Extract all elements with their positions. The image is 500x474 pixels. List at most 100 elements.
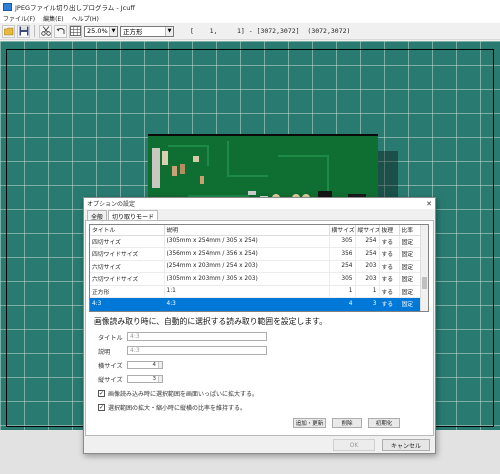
cell-ratio: 固定 [399, 297, 423, 311]
table-scrollbar[interactable] [420, 225, 428, 311]
crop-preset-table: タイトル 説明 横サイズ 縦サイズ 抜理 比率 四切サイズ (305mm x 2… [89, 224, 429, 312]
keep-ratio-option[interactable]: ✓ 選択範囲の拡大・縮小時に縦横の比率を維持する。 [98, 403, 246, 412]
cell-width: 254 [329, 260, 356, 273]
grid-toggle-button[interactable] [69, 24, 82, 38]
dialog-title-bar: オプションの設定 ✕ [84, 198, 435, 209]
cell-height: 3 [355, 297, 380, 311]
grid-icon [70, 26, 81, 36]
height-spinner[interactable]: 3 [127, 375, 163, 383]
reset-button[interactable]: 初期化 [368, 418, 400, 428]
description-label: 説明 [98, 349, 111, 356]
preset-edit-form: 画像読み取り時に、自動的に選択する読み取り範囲を設定します。 タイトル 4:3 … [89, 314, 429, 436]
menu-bar: ファイル(F) 編集(E) ヘルプ(H) [0, 13, 500, 23]
cell-fit: する [379, 260, 400, 273]
cell-width: 1 [329, 285, 356, 298]
delete-button[interactable]: 削除 [332, 418, 362, 428]
table-row[interactable]: 六切ワイドサイズ (305mm x 203mm / 305 x 203) 305… [90, 272, 423, 286]
menu-file[interactable]: ファイル(F) [3, 14, 35, 23]
cell-width: 305 [329, 272, 356, 286]
cell-fit: する [379, 235, 400, 248]
cell-title: 六切ワイドサイズ [90, 272, 165, 286]
cell-title: 六切サイズ [90, 260, 165, 273]
menu-edit[interactable]: 編集(E) [43, 14, 63, 23]
title-bar: JPEGファイル切り出しプログラム - Jcuff [0, 0, 500, 13]
title-label: タイトル [98, 335, 123, 342]
column-header-ratio[interactable]: 比率 [399, 225, 423, 236]
width-spinner[interactable]: 4 [127, 361, 163, 369]
cell-fit: する [379, 247, 400, 261]
toolbar-separator [34, 25, 35, 37]
column-header-fit[interactable]: 抜理 [379, 225, 400, 236]
cell-title: 四切ワイドサイズ [90, 247, 165, 261]
cell-title: 四切サイズ [90, 235, 165, 248]
title-input[interactable]: 4:3 [127, 332, 267, 341]
cell-width: 356 [329, 247, 356, 261]
spinner-arrows-icon[interactable] [158, 362, 162, 368]
column-header-description[interactable]: 説明 [164, 225, 330, 236]
table-row[interactable]: 四切サイズ (305mm x 254mm / 305 x 254) 305 25… [90, 235, 423, 248]
cell-height: 1 [355, 285, 380, 298]
tab-crop-mode[interactable]: 切り取りモード [108, 210, 159, 221]
folder-icon [3, 27, 13, 35]
height-value: 3 [152, 376, 157, 382]
window-title: JPEGファイル切り出しプログラム - Jcuff [15, 3, 135, 12]
cell-width: 305 [329, 235, 356, 248]
tab-general[interactable]: 全般 [87, 210, 108, 221]
floppy-icon [19, 26, 28, 36]
add-update-button[interactable]: 追加・更新 [293, 418, 326, 428]
scrollbar-thumb[interactable] [422, 277, 427, 289]
cell-title: 4:3 [90, 297, 165, 311]
expand-on-load-label: 画像読み込み時に選択範囲を画面いっぱいに拡大する。 [108, 391, 259, 398]
cell-height: 254 [355, 247, 380, 261]
cell-ratio: 固定 [399, 285, 423, 298]
options-dialog: オプションの設定 ✕ 全般 切り取りモード タイトル 説明 横サイズ 縦サイズ … [83, 197, 436, 454]
ok-button[interactable]: OK [333, 439, 375, 451]
table-row[interactable]: 正方形 1:1 1 1 する 固定 [90, 285, 423, 298]
cell-fit: する [379, 285, 400, 298]
column-header-height[interactable]: 縦サイズ [355, 225, 380, 236]
cell-description: (356mm x 254mm / 356 x 254) [164, 247, 330, 261]
shape-select[interactable]: 正方形 ▼ [120, 25, 174, 37]
zoom-select[interactable]: 25.0% ▼ [84, 25, 118, 37]
cell-ratio: 固定 [399, 260, 423, 273]
cell-description: (305mm x 203mm / 305 x 203) [164, 272, 330, 286]
cell-height: 254 [355, 235, 380, 248]
open-folder-button[interactable] [2, 24, 15, 38]
chevron-down-icon: ▼ [165, 26, 173, 36]
cell-title: 正方形 [90, 285, 165, 298]
table-row[interactable]: 四切ワイドサイズ (356mm x 254mm / 356 x 254) 356… [90, 247, 423, 261]
app-icon [3, 2, 12, 11]
column-header-title[interactable]: タイトル [90, 225, 165, 236]
expand-on-load-checkbox[interactable]: ✓ [98, 390, 105, 397]
app-window: JPEGファイル切り出しプログラム - Jcuff ファイル(F) 編集(E) … [0, 0, 500, 474]
cut-button[interactable] [39, 24, 52, 38]
expand-on-load-option[interactable]: ✓ 画像読み込み時に選択範囲を画面いっぱいに拡大する。 [98, 389, 258, 398]
close-icon[interactable]: ✕ [426, 200, 432, 208]
cancel-button[interactable]: キャンセル [382, 439, 430, 451]
cell-ratio: 固定 [399, 272, 423, 286]
cell-description: (254mm x 203mm / 254 x 203) [164, 260, 330, 273]
cell-fit: する [379, 297, 400, 311]
cell-width: 4 [329, 297, 356, 311]
table-row[interactable]: 六切サイズ (254mm x 203mm / 254 x 203) 254 20… [90, 260, 423, 273]
width-value: 4 [152, 362, 157, 368]
cell-height: 203 [355, 260, 380, 273]
table-row-selected[interactable]: 4:3 4:3 4 3 する 固定 [90, 297, 423, 311]
width-label: 横サイズ [98, 363, 123, 370]
scissors-icon [40, 26, 51, 36]
column-header-width[interactable]: 横サイズ [329, 225, 356, 236]
table-header-row: タイトル 説明 横サイズ 縦サイズ 抜理 比率 [90, 225, 423, 236]
keep-ratio-checkbox[interactable]: ✓ [98, 404, 105, 411]
preset-table: タイトル 説明 横サイズ 縦サイズ 抜理 比率 四切サイズ (305mm x 2… [90, 225, 423, 311]
description-input[interactable]: 4:3 [127, 346, 267, 355]
cell-description: 4:3 [164, 297, 330, 311]
height-label: 縦サイズ [98, 377, 123, 384]
save-button[interactable] [17, 24, 30, 38]
cell-height: 203 [355, 272, 380, 286]
spinner-arrows-icon[interactable] [158, 376, 162, 382]
dialog-title: オプションの設定 [87, 201, 136, 208]
undo-button[interactable] [54, 24, 67, 38]
menu-help[interactable]: ヘルプ(H) [72, 14, 99, 23]
toolbar: 25.0% ▼ 正方形 ▼ [ 1, 1] - [3072,3072] (307… [0, 23, 500, 40]
cell-fit: する [379, 272, 400, 286]
